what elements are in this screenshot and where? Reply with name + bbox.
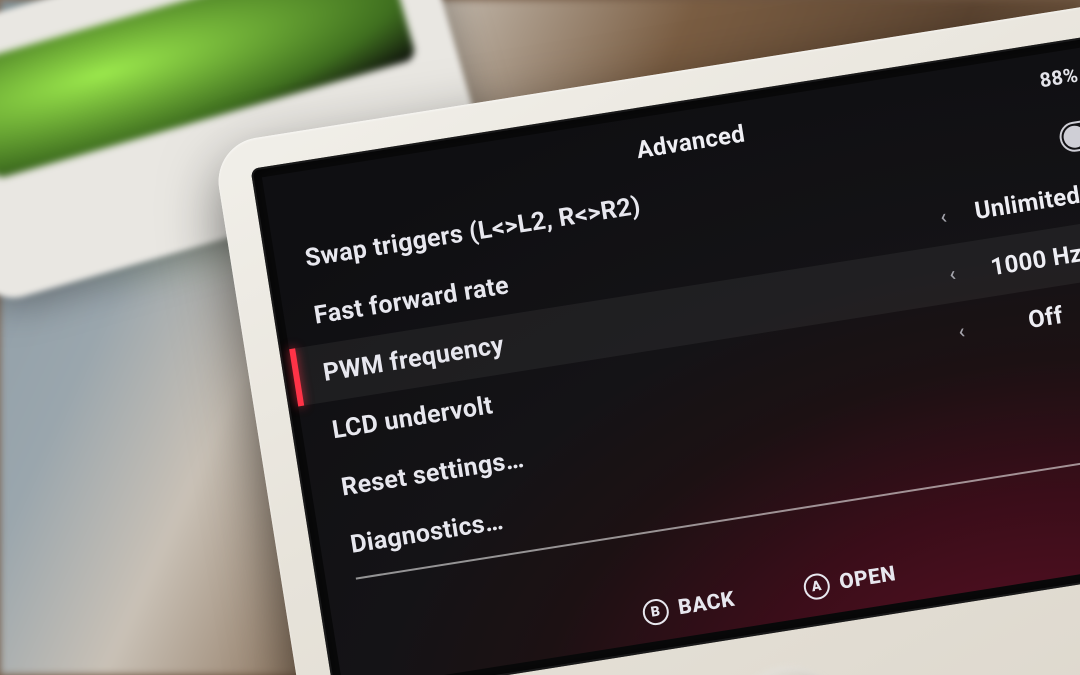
hint-back-label: BACK (677, 588, 737, 621)
chevron-left-icon[interactable]: ‹ (945, 317, 978, 345)
row-label: LCD undervolt (330, 391, 495, 445)
chevron-left-icon[interactable]: ‹ (927, 202, 960, 230)
toggle-swap-triggers[interactable]: OFF (1057, 115, 1080, 154)
row-value: Off (974, 293, 1080, 343)
a-button-icon: A (802, 572, 832, 602)
toggle-knob (1062, 124, 1080, 149)
hint-open: A OPEN (802, 561, 898, 601)
chevron-left-icon[interactable]: ‹ (936, 259, 969, 287)
screen-bezel: Advanced 88% Swap triggers (L<>L2, R<>R2… (251, 29, 1080, 675)
battery-percent: 88% (1038, 63, 1080, 93)
row-value: 1000 Hz (965, 235, 1080, 285)
hint-back: B BACK (641, 587, 737, 627)
screen: Advanced 88% Swap triggers (L<>L2, R<>R2… (262, 41, 1080, 675)
page-title: Advanced (635, 119, 747, 164)
row-value: Unlimited (956, 178, 1080, 228)
b-button-icon: B (641, 597, 671, 627)
row-label: Diagnostics… (348, 506, 505, 559)
dpad[interactable] (727, 660, 853, 675)
battery-status: 88% (1038, 57, 1080, 92)
hint-open-label: OPEN (838, 562, 898, 595)
